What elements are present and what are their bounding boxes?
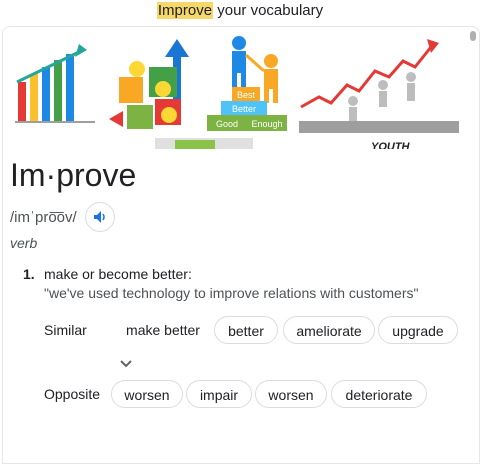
pronunciation-button[interactable] (84, 202, 115, 232)
best-label: Best (237, 90, 256, 100)
growth-chart-image[interactable] (3, 27, 106, 149)
similar-make-better[interactable]: make better (113, 316, 213, 344)
opposite-worsen[interactable]: worsen (111, 380, 183, 408)
pronunciation-row: /imˈpro͞ov/ (10, 202, 115, 232)
similar-upgrade[interactable]: upgrade (378, 316, 458, 344)
money-image[interactable] (155, 137, 253, 149)
headword: Im·prove (10, 157, 137, 193)
similar-better[interactable]: better (214, 316, 278, 344)
highlighted-word: Improve (156, 2, 214, 19)
header-rest: your vocabulary (213, 2, 324, 19)
image-scrollbar[interactable] (470, 31, 476, 141)
similar-label: Similar (44, 322, 87, 338)
phonetic-text: /imˈpro͞ov/ (10, 208, 77, 226)
dictionary-card: Best Better Good Enough YOUTH Im·prove /… (2, 26, 480, 464)
better-label: Better (232, 104, 256, 114)
similar-ameliorate[interactable]: ameliorate (283, 316, 375, 344)
speaker-icon (93, 211, 105, 223)
good-label: Good (216, 119, 238, 129)
sense-number: 1. (23, 266, 35, 282)
image-strip: Best Better Good Enough YOUTH (3, 27, 479, 149)
expand-synonyms-button[interactable] (115, 352, 137, 374)
opposite-impair[interactable]: impair (186, 380, 252, 408)
youth-label: YOUTH (371, 141, 411, 149)
chevron-down-icon (120, 360, 132, 368)
best-better-good-image[interactable]: Best Better Good Enough (199, 27, 297, 149)
part-of-speech: verb (10, 235, 38, 251)
teamwork-puzzle-image[interactable] (107, 27, 199, 149)
youth-image[interactable]: YOUTH (331, 137, 451, 149)
opposite-label: Opposite (44, 386, 101, 402)
example-sentence: "we've used technology to improve relati… (44, 285, 419, 301)
enough-label: Enough (251, 119, 282, 129)
rising-graph-image[interactable] (299, 27, 463, 149)
opposite-deteriorate[interactable]: deteriorate (331, 380, 427, 408)
vocabulary-header: Improve your vocabulary (0, 0, 480, 26)
scrollbar-thumb[interactable] (470, 31, 476, 41)
definition: make or become better: (44, 266, 192, 282)
opposite-worsen-2[interactable]: worsen (255, 380, 327, 408)
